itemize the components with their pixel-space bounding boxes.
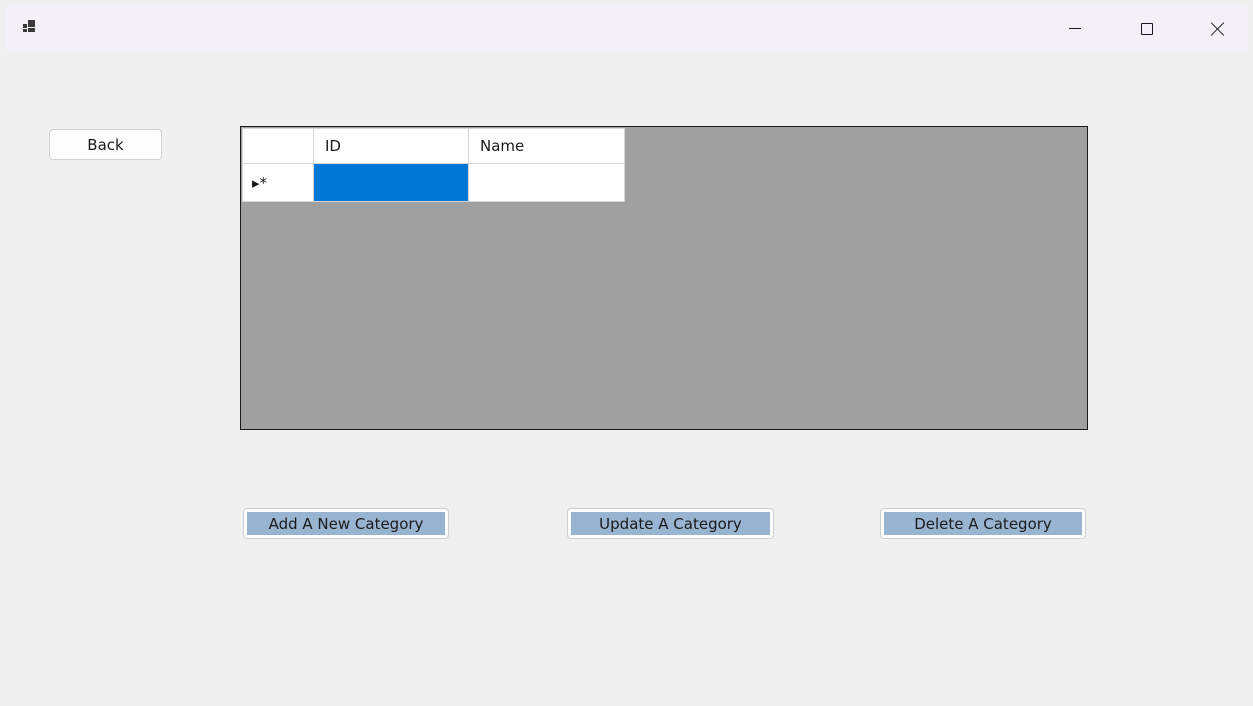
add-category-label: Add A New Category <box>268 514 424 533</box>
column-header-name[interactable]: Name <box>468 128 625 164</box>
new-row-indicator: ▸* <box>252 173 268 192</box>
add-category-button[interactable]: Add A New Category <box>243 508 449 539</box>
row-header-new-row[interactable]: ▸* <box>242 163 314 202</box>
back-button[interactable]: Back <box>49 129 162 160</box>
app-icon <box>23 20 35 32</box>
maximize-icon <box>1141 22 1153 35</box>
table-row[interactable]: ▸* <box>242 163 625 202</box>
grid-table: ID Name ▸* <box>242 128 625 202</box>
delete-category-button-face: Delete A Category <box>884 512 1082 535</box>
main-window: Back ID Name ▸* Add A New Category Updat… <box>6 6 1247 706</box>
grid-corner-header[interactable] <box>242 128 314 164</box>
delete-category-button[interactable]: Delete A Category <box>880 508 1086 539</box>
delete-category-label: Delete A Category <box>914 514 1052 533</box>
column-header-name-label: Name <box>480 137 525 155</box>
column-header-id-label: ID <box>325 137 341 155</box>
back-button-label: Back <box>87 135 124 154</box>
minimize-icon <box>1069 28 1081 29</box>
update-category-button[interactable]: Update A Category <box>567 508 774 539</box>
minimize-button[interactable] <box>1052 6 1098 51</box>
add-category-button-face: Add A New Category <box>247 512 445 535</box>
categories-grid[interactable]: ID Name ▸* <box>240 126 1088 430</box>
column-header-id[interactable]: ID <box>313 128 469 164</box>
close-button[interactable] <box>1195 6 1241 51</box>
cell-name[interactable] <box>468 163 625 202</box>
grid-header-row: ID Name <box>242 128 625 164</box>
update-category-button-face: Update A Category <box>571 512 770 535</box>
cell-id[interactable] <box>313 163 469 202</box>
maximize-button[interactable] <box>1124 6 1170 51</box>
close-icon <box>1211 22 1225 36</box>
title-bar[interactable] <box>6 6 1247 51</box>
update-category-label: Update A Category <box>599 514 742 533</box>
